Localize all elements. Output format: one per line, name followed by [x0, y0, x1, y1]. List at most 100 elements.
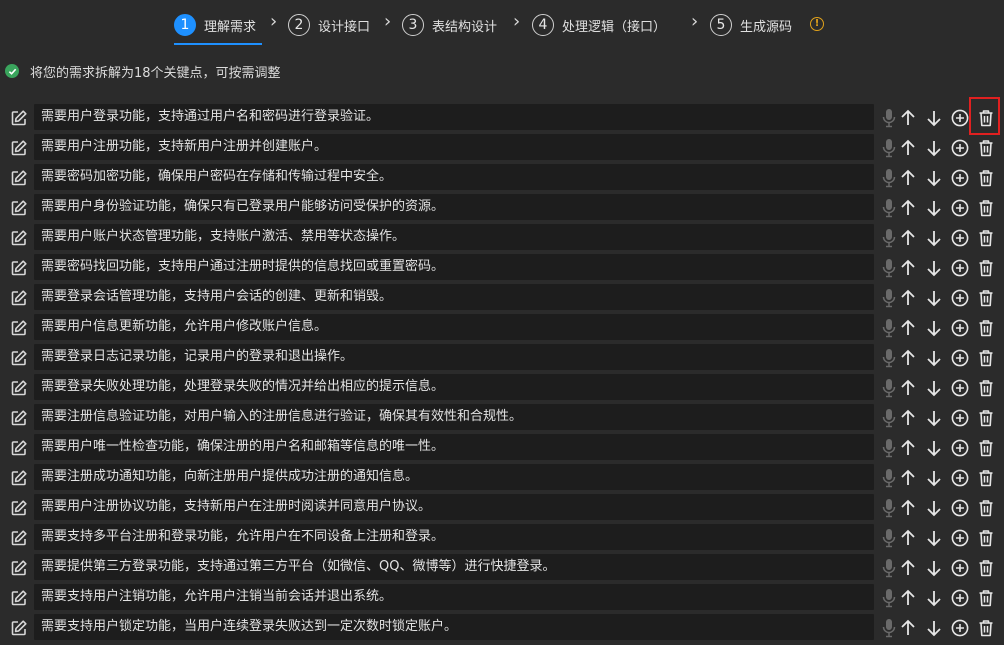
microphone-icon[interactable] [879, 557, 899, 579]
step-3[interactable]: 3 表结构设计 [402, 12, 497, 38]
step-2[interactable]: 2 设计接口 [288, 12, 370, 38]
delete-button[interactable] [976, 257, 996, 279]
microphone-icon[interactable] [879, 287, 899, 309]
move-down-button[interactable] [924, 107, 944, 129]
move-up-button[interactable] [898, 287, 918, 309]
delete-button[interactable] [976, 347, 996, 369]
microphone-icon[interactable] [879, 167, 899, 189]
requirement-text[interactable]: 需要登录会话管理功能，支持用户会话的创建、更新和销毁。 [34, 284, 874, 310]
move-up-button[interactable] [898, 497, 918, 519]
microphone-icon[interactable] [879, 467, 899, 489]
move-up-button[interactable] [898, 347, 918, 369]
requirement-text[interactable]: 需要注册成功通知功能，向新注册用户提供成功注册的通知信息。 [34, 464, 874, 490]
requirement-text[interactable]: 需要支持用户锁定功能，当用户连续登录失败达到一定次数时锁定账户。 [34, 614, 874, 640]
microphone-icon[interactable] [879, 227, 899, 249]
move-up-button[interactable] [898, 587, 918, 609]
add-button[interactable] [950, 227, 970, 249]
delete-button[interactable] [976, 467, 996, 489]
edit-icon[interactable] [10, 289, 28, 307]
requirement-text[interactable]: 需要注册信息验证功能，对用户输入的注册信息进行验证，确保其有效性和合规性。 [34, 404, 874, 430]
add-button[interactable] [950, 467, 970, 489]
requirement-text[interactable]: 需要登录失败处理功能，处理登录失败的情况并给出相应的提示信息。 [34, 374, 874, 400]
add-button[interactable] [950, 317, 970, 339]
delete-button[interactable] [976, 407, 996, 429]
move-up-button[interactable] [898, 617, 918, 639]
microphone-icon[interactable] [879, 437, 899, 459]
edit-icon[interactable] [10, 319, 28, 337]
add-button[interactable] [950, 407, 970, 429]
step-5[interactable]: 5 生成源码 [710, 12, 792, 38]
move-up-button[interactable] [898, 107, 918, 129]
move-down-button[interactable] [924, 287, 944, 309]
move-down-button[interactable] [924, 137, 944, 159]
move-up-button[interactable] [898, 557, 918, 579]
edit-icon[interactable] [10, 259, 28, 277]
delete-button[interactable] [976, 317, 996, 339]
move-up-button[interactable] [898, 227, 918, 249]
move-up-button[interactable] [898, 257, 918, 279]
add-button[interactable] [950, 377, 970, 399]
requirement-text[interactable]: 需要用户登录功能，支持通过用户名和密码进行登录验证。 [34, 104, 874, 130]
move-up-button[interactable] [898, 377, 918, 399]
edit-icon[interactable] [10, 349, 28, 367]
add-button[interactable] [950, 617, 970, 639]
move-up-button[interactable] [898, 467, 918, 489]
delete-button[interactable] [976, 287, 996, 309]
requirement-text[interactable]: 需要密码加密功能，确保用户密码在存储和传输过程中安全。 [34, 164, 874, 190]
edit-icon[interactable] [10, 409, 28, 427]
edit-icon[interactable] [10, 469, 28, 487]
edit-icon[interactable] [10, 619, 28, 637]
move-up-button[interactable] [898, 407, 918, 429]
add-button[interactable] [950, 557, 970, 579]
add-button[interactable] [950, 287, 970, 309]
delete-button[interactable] [976, 497, 996, 519]
microphone-icon[interactable] [879, 347, 899, 369]
move-up-button[interactable] [898, 317, 918, 339]
move-down-button[interactable] [924, 497, 944, 519]
move-down-button[interactable] [924, 617, 944, 639]
move-down-button[interactable] [924, 557, 944, 579]
move-down-button[interactable] [924, 167, 944, 189]
add-button[interactable] [950, 347, 970, 369]
microphone-icon[interactable] [879, 617, 899, 639]
move-down-button[interactable] [924, 257, 944, 279]
delete-button[interactable] [976, 437, 996, 459]
step-1[interactable]: 1 理解需求 [174, 12, 256, 38]
delete-button[interactable] [976, 107, 996, 129]
requirement-text[interactable]: 需要支持用户注销功能，允许用户注销当前会话并退出系统。 [34, 584, 874, 610]
microphone-icon[interactable] [879, 197, 899, 219]
add-button[interactable] [950, 167, 970, 189]
edit-icon[interactable] [10, 199, 28, 217]
delete-button[interactable] [976, 377, 996, 399]
move-down-button[interactable] [924, 407, 944, 429]
add-button[interactable] [950, 107, 970, 129]
add-button[interactable] [950, 137, 970, 159]
move-down-button[interactable] [924, 227, 944, 249]
add-button[interactable] [950, 587, 970, 609]
edit-icon[interactable] [10, 499, 28, 517]
info-icon[interactable]: ! [810, 17, 824, 31]
edit-icon[interactable] [10, 529, 28, 547]
delete-button[interactable] [976, 587, 996, 609]
microphone-icon[interactable] [879, 377, 899, 399]
move-down-button[interactable] [924, 527, 944, 549]
delete-button[interactable] [976, 527, 996, 549]
add-button[interactable] [950, 197, 970, 219]
microphone-icon[interactable] [879, 527, 899, 549]
edit-icon[interactable] [10, 229, 28, 247]
delete-button[interactable] [976, 557, 996, 579]
requirement-text[interactable]: 需要提供第三方登录功能，支持通过第三方平台（如微信、QQ、微博等）进行快捷登录。 [34, 554, 874, 580]
requirement-text[interactable]: 需要用户账户状态管理功能，支持账户激活、禁用等状态操作。 [34, 224, 874, 250]
delete-button[interactable] [976, 137, 996, 159]
delete-button[interactable] [976, 197, 996, 219]
requirement-text[interactable]: 需要用户注册功能，支持新用户注册并创建账户。 [34, 134, 874, 160]
edit-icon[interactable] [10, 109, 28, 127]
edit-icon[interactable] [10, 559, 28, 577]
edit-icon[interactable] [10, 379, 28, 397]
move-up-button[interactable] [898, 137, 918, 159]
move-down-button[interactable] [924, 317, 944, 339]
requirement-text[interactable]: 需要登录日志记录功能，记录用户的登录和退出操作。 [34, 344, 874, 370]
requirement-text[interactable]: 需要用户信息更新功能，允许用户修改账户信息。 [34, 314, 874, 340]
microphone-icon[interactable] [879, 137, 899, 159]
step-4[interactable]: 4 处理逻辑（接口） [532, 12, 666, 38]
